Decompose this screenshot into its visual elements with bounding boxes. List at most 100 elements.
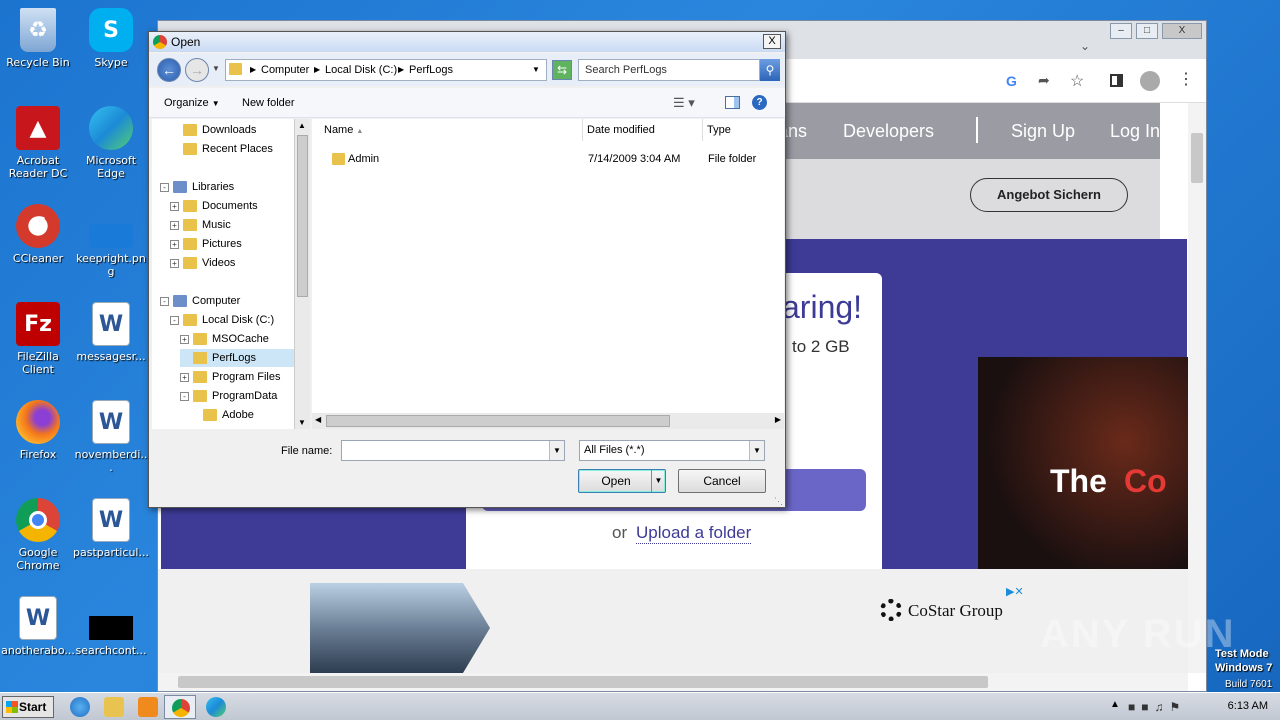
video-thumbnail[interactable]: The Co: [978, 357, 1188, 569]
tree-item-msocache[interactable]: + MSOCache: [180, 330, 269, 348]
desktop-icon-searchcont[interactable]: searchcont...: [73, 596, 149, 657]
expand-icon[interactable]: +: [170, 220, 179, 230]
clock[interactable]: 6:13 AM: [1228, 700, 1268, 712]
open-options-dropdown-icon[interactable]: ▼: [651, 470, 665, 492]
horizontal-scrollbar[interactable]: [158, 673, 1188, 691]
nav-link-developers[interactable]: Developers: [843, 121, 934, 142]
bookmark-star-icon[interactable]: ☆: [1070, 71, 1084, 91]
explorer-icon[interactable]: [104, 697, 124, 717]
desktop-icon-ccleaner[interactable]: C CCleaner: [0, 204, 76, 265]
resize-grip-icon[interactable]: ⋱: [774, 496, 783, 507]
forward-button[interactable]: →: [185, 58, 209, 82]
column-header-date[interactable]: Date modified: [583, 119, 703, 141]
desktop-icon-chrome[interactable]: Google Chrome: [0, 498, 76, 572]
new-folder-button[interactable]: New folder: [242, 97, 295, 109]
open-button[interactable]: Open ▼: [578, 469, 666, 493]
dialog-titlebar[interactable]: Open: [149, 32, 785, 52]
help-icon[interactable]: ?: [752, 95, 767, 110]
desktop-icon-skype[interactable]: S Skype: [73, 8, 149, 69]
share-icon[interactable]: ➦: [1038, 72, 1050, 89]
desktop-icon-pastparticul[interactable]: W pastparticul...: [73, 498, 149, 559]
file-row[interactable]: Admin 7/14/2009 3:04 AM File folder: [312, 149, 784, 169]
tree-item-program-files[interactable]: + Program Files: [180, 368, 280, 386]
tree-item-programdata[interactable]: - ProgramData: [180, 387, 277, 405]
tree-item-music[interactable]: + Music: [170, 216, 231, 234]
breadcrumb-dropdown-icon[interactable]: ▼: [532, 60, 540, 80]
tree-item-pictures[interactable]: + Pictures: [170, 235, 242, 253]
profile-avatar-icon[interactable]: [1140, 71, 1160, 91]
collapse-icon[interactable]: -: [180, 391, 189, 401]
breadcrumb-computer[interactable]: Computer: [261, 60, 309, 80]
upload-folder-link[interactable]: Upload a folder: [636, 523, 752, 544]
desktop-icon-edge[interactable]: Microsoft Edge: [73, 106, 149, 180]
scroll-left-arrow[interactable]: ◀: [315, 415, 321, 424]
expand-icon[interactable]: +: [180, 372, 189, 382]
media-player-icon[interactable]: [138, 697, 158, 717]
tree-item-libraries[interactable]: - Libraries: [160, 178, 234, 196]
scroll-thumb[interactable]: [326, 415, 670, 427]
column-header-name[interactable]: Name ▲: [312, 119, 583, 141]
start-button[interactable]: Start: [2, 696, 54, 718]
scroll-thumb[interactable]: [1191, 133, 1203, 183]
desktop-icon-keepright[interactable]: keepright.png: [73, 204, 149, 278]
expand-icon[interactable]: +: [170, 239, 179, 249]
minimize-button[interactable]: –: [1110, 23, 1132, 39]
search-icon[interactable]: ⚲: [760, 59, 780, 81]
chevron-down-icon[interactable]: ⌄: [1080, 39, 1090, 53]
search-input[interactable]: Search PerfLogs: [578, 59, 760, 81]
tree-scrollbar[interactable]: ▲ ▼: [294, 119, 310, 429]
tray-icons[interactable]: ■■♫⚑: [1128, 700, 1186, 714]
desktop-icon-novemberdi[interactable]: W novemberdi...: [73, 400, 149, 474]
scroll-right-arrow[interactable]: ▶: [775, 415, 781, 424]
tray-up-icon[interactable]: ▲: [1110, 699, 1120, 710]
expand-icon[interactable]: +: [170, 201, 179, 211]
ad-choices-icon[interactable]: ▶✕: [1006, 585, 1024, 598]
preview-pane-icon[interactable]: [725, 96, 740, 109]
cta-button[interactable]: Angebot Sichern: [970, 178, 1128, 212]
google-icon[interactable]: G: [1006, 73, 1017, 89]
dialog-close-button[interactable]: X: [763, 34, 781, 49]
tree-item-local-disk-c[interactable]: - Local Disk (C:): [170, 311, 274, 329]
breadcrumb-local-disk[interactable]: Local Disk (C:): [325, 60, 397, 80]
desktop-icon-firefox[interactable]: Firefox: [0, 400, 76, 461]
nav-link-sign-up[interactable]: Sign Up: [1011, 121, 1075, 142]
edge-icon[interactable]: [206, 697, 226, 717]
window-close-button[interactable]: X: [1162, 23, 1202, 39]
tree-item-adobe[interactable]: Adobe: [190, 406, 254, 424]
ie-icon[interactable]: [70, 697, 90, 717]
collapse-icon[interactable]: -: [170, 315, 179, 325]
tree-item-perflogs[interactable]: PerfLogs: [180, 349, 300, 367]
view-options-icon[interactable]: ☰ ▾: [673, 95, 695, 111]
desktop-icon-anotherabo[interactable]: W anotherabo...: [0, 596, 76, 657]
vertical-scrollbar[interactable]: [1188, 103, 1206, 673]
maximize-button[interactable]: □: [1136, 23, 1158, 39]
side-panel-icon[interactable]: [1110, 74, 1123, 87]
breadcrumb-perflogs[interactable]: PerfLogs: [409, 60, 453, 80]
expand-icon[interactable]: +: [170, 258, 179, 268]
desktop-icon-messagesr[interactable]: W messagesr...: [73, 302, 149, 363]
recent-pages-dropdown[interactable]: ▼: [212, 64, 220, 73]
column-header-type[interactable]: Type: [703, 119, 784, 141]
back-button[interactable]: ←: [157, 58, 181, 82]
menu-dots-icon[interactable]: ⋮: [1178, 69, 1194, 89]
nav-link-log-in[interactable]: Log In: [1110, 121, 1160, 142]
chrome-taskbar-button[interactable]: [164, 695, 196, 719]
collapse-icon[interactable]: -: [160, 296, 169, 306]
file-type-select[interactable]: All Files (*.*) ▼: [579, 440, 765, 461]
tree-item-recent-places[interactable]: Recent Places: [170, 140, 273, 158]
breadcrumb[interactable]: ▶ Computer ▶ Local Disk (C:) ▶ PerfLogs …: [225, 59, 547, 81]
scroll-thumb[interactable]: [178, 676, 988, 688]
ad-banner[interactable]: CoStar Group ▶✕: [158, 569, 1188, 681]
scroll-up-arrow[interactable]: ▲: [298, 121, 306, 130]
expand-icon[interactable]: +: [180, 334, 189, 344]
organize-button[interactable]: Organize ▼: [164, 97, 220, 109]
collapse-icon[interactable]: -: [160, 182, 169, 192]
desktop-icon-filezilla[interactable]: Fz FileZilla Client: [0, 302, 76, 376]
file-list-hscrollbar[interactable]: ◀ ▶: [312, 413, 784, 429]
refresh-icon[interactable]: ⇆: [552, 60, 572, 80]
scroll-thumb[interactable]: [297, 135, 308, 297]
tree-item-computer[interactable]: - Computer: [160, 292, 240, 310]
file-name-input[interactable]: ▼: [341, 440, 565, 461]
tree-item-downloads[interactable]: Downloads: [170, 121, 256, 139]
desktop-icon-acrobat[interactable]: ▲ Acrobat Reader DC: [0, 106, 76, 180]
